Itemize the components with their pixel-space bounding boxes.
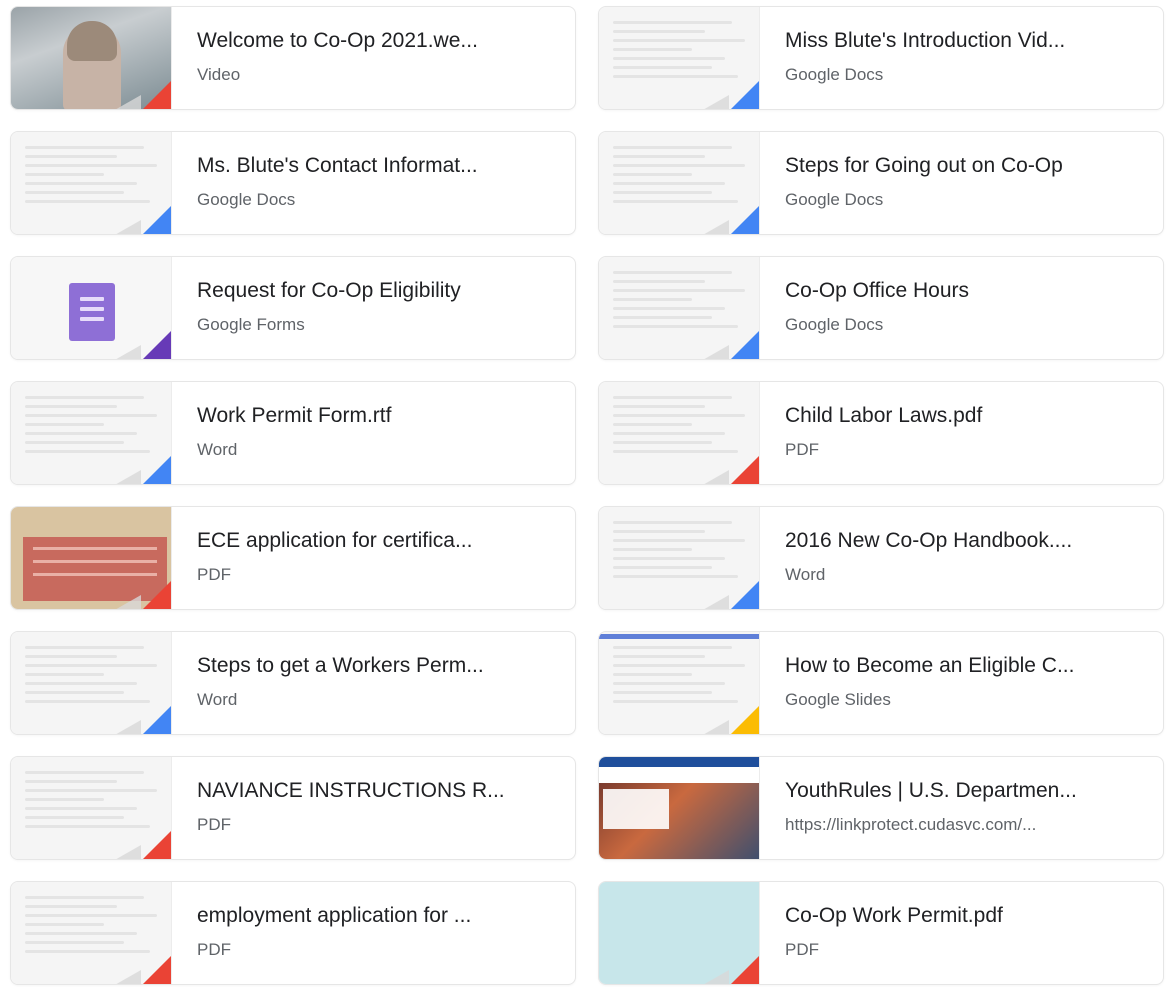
attachment-thumbnail[interactable] [599, 257, 760, 359]
attachment-type: https://linkprotect.cudasvc.com/... [785, 815, 1037, 834]
attachment-title[interactable]: Ms. Blute's Contact Informat... [197, 154, 547, 178]
attachment-card[interactable]: Co-Op Work Permit.pdf PDF [598, 881, 1164, 985]
attachment-type: PDF [197, 565, 231, 584]
attachment-title[interactable]: Request for Co-Op Eligibility [197, 279, 547, 303]
attachment-type: PDF [197, 815, 231, 834]
attachment-card[interactable]: YouthRules | U.S. Departmen... https://li… [598, 756, 1164, 860]
file-type-corner-icon [141, 331, 171, 359]
attachment-thumbnail[interactable] [11, 7, 172, 109]
file-type-corner-icon [729, 331, 759, 359]
attachment-grid: Welcome to Co-Op 2021.we... Video Miss Blu… [0, 0, 1174, 987]
attachment-title[interactable]: Co-Op Office Hours [785, 279, 1135, 303]
attachment-thumbnail[interactable] [11, 257, 172, 359]
attachment-thumbnail[interactable] [599, 757, 760, 859]
attachment-title[interactable]: ECE application for certifica... [197, 529, 547, 553]
page-fold-decoration [113, 345, 141, 359]
page-fold-decoration [701, 220, 729, 234]
file-type-corner-icon [729, 206, 759, 234]
attachment-title[interactable]: Co-Op Work Permit.pdf [785, 904, 1135, 928]
page-fold-decoration [113, 95, 141, 109]
attachment-card[interactable]: Miss Blute's Introduction Vid... Google D… [598, 6, 1164, 110]
attachment-title[interactable]: YouthRules | U.S. Departmen... [785, 779, 1135, 803]
attachment-type: Word [197, 440, 238, 459]
attachment-title[interactable]: Miss Blute's Introduction Vid... [785, 29, 1135, 53]
page-fold-decoration [113, 970, 141, 984]
attachment-title[interactable]: Welcome to Co-Op 2021.we... [197, 29, 547, 53]
file-type-corner-icon [141, 81, 171, 109]
attachment-card[interactable]: Co-Op Office Hours Google Docs [598, 256, 1164, 360]
page-fold-decoration [701, 970, 729, 984]
attachment-title[interactable]: 2016 New Co-Op Handbook.... [785, 529, 1135, 553]
attachment-title[interactable]: NAVIANCE INSTRUCTIONS R... [197, 779, 547, 803]
file-type-corner-icon [141, 456, 171, 484]
attachment-card[interactable]: Steps to get a Workers Perm... Word [10, 631, 576, 735]
attachment-thumbnail[interactable] [11, 132, 172, 234]
page-fold-decoration [113, 720, 141, 734]
attachment-card[interactable]: How to Become an Eligible C... Google Sli… [598, 631, 1164, 735]
attachment-type: Word [785, 565, 826, 584]
page-fold-decoration [113, 595, 141, 609]
attachment-title[interactable]: employment application for ... [197, 904, 547, 928]
attachment-card[interactable]: Steps for Going out on Co-Op Google Docs [598, 131, 1164, 235]
file-type-corner-icon [141, 706, 171, 734]
attachment-card[interactable]: Work Permit Form.rtf Word [10, 381, 576, 485]
attachment-card[interactable]: Ms. Blute's Contact Informat... Google Do… [10, 131, 576, 235]
attachment-thumbnail[interactable] [11, 757, 172, 859]
attachment-type: Google Docs [785, 190, 884, 209]
attachment-thumbnail[interactable] [599, 132, 760, 234]
attachment-card[interactable]: 2016 New Co-Op Handbook.... Word [598, 506, 1164, 610]
page-fold-decoration [701, 595, 729, 609]
attachment-type: Video [197, 65, 241, 84]
attachment-title[interactable]: How to Become an Eligible C... [785, 654, 1135, 678]
page-fold-decoration [113, 845, 141, 859]
attachment-thumbnail[interactable] [11, 882, 172, 984]
attachment-type: PDF [785, 940, 819, 959]
attachment-type: Google Docs [197, 190, 296, 209]
attachment-type: Google Slides [785, 690, 891, 709]
page-fold-decoration [701, 345, 729, 359]
file-type-corner-icon [729, 456, 759, 484]
attachment-type: Google Forms [197, 315, 305, 334]
attachment-card[interactable]: NAVIANCE INSTRUCTIONS R... PDF [10, 756, 576, 860]
attachment-type: PDF [785, 440, 819, 459]
attachment-card[interactable]: Child Labor Laws.pdf PDF [598, 381, 1164, 485]
file-type-corner-icon [141, 581, 171, 609]
file-type-corner-icon [141, 956, 171, 984]
attachment-type: PDF [197, 940, 231, 959]
page-fold-decoration [701, 95, 729, 109]
attachment-thumbnail[interactable] [599, 382, 760, 484]
attachment-card[interactable]: employment application for ... PDF [10, 881, 576, 985]
attachment-title[interactable]: Steps to get a Workers Perm... [197, 654, 547, 678]
attachment-title[interactable]: Steps for Going out on Co-Op [785, 154, 1135, 178]
attachment-thumbnail[interactable] [11, 507, 172, 609]
attachment-type: Google Docs [785, 65, 884, 84]
attachment-thumbnail[interactable] [599, 507, 760, 609]
file-type-corner-icon [729, 581, 759, 609]
attachment-card[interactable]: Welcome to Co-Op 2021.we... Video [10, 6, 576, 110]
google-forms-icon [69, 283, 115, 341]
attachment-thumbnail[interactable] [11, 632, 172, 734]
attachment-title[interactable]: Work Permit Form.rtf [197, 404, 547, 428]
page-fold-decoration [113, 470, 141, 484]
page-fold-decoration [701, 720, 729, 734]
attachment-card[interactable]: Request for Co-Op Eligibility Google Form… [10, 256, 576, 360]
file-type-corner-icon [729, 956, 759, 984]
file-type-corner-icon [729, 81, 759, 109]
page-fold-decoration [113, 220, 141, 234]
attachment-type: Word [197, 690, 238, 709]
attachment-thumbnail[interactable] [599, 882, 760, 984]
page-fold-decoration [701, 470, 729, 484]
attachment-title[interactable]: Child Labor Laws.pdf [785, 404, 1135, 428]
attachment-card[interactable]: ECE application for certifica... PDF [10, 506, 576, 610]
attachment-thumbnail[interactable] [599, 632, 760, 734]
attachment-type: Google Docs [785, 315, 884, 334]
attachment-thumbnail[interactable] [599, 7, 760, 109]
file-type-corner-icon [141, 206, 171, 234]
attachment-thumbnail[interactable] [11, 382, 172, 484]
file-type-corner-icon [141, 831, 171, 859]
file-type-corner-icon [729, 706, 759, 734]
